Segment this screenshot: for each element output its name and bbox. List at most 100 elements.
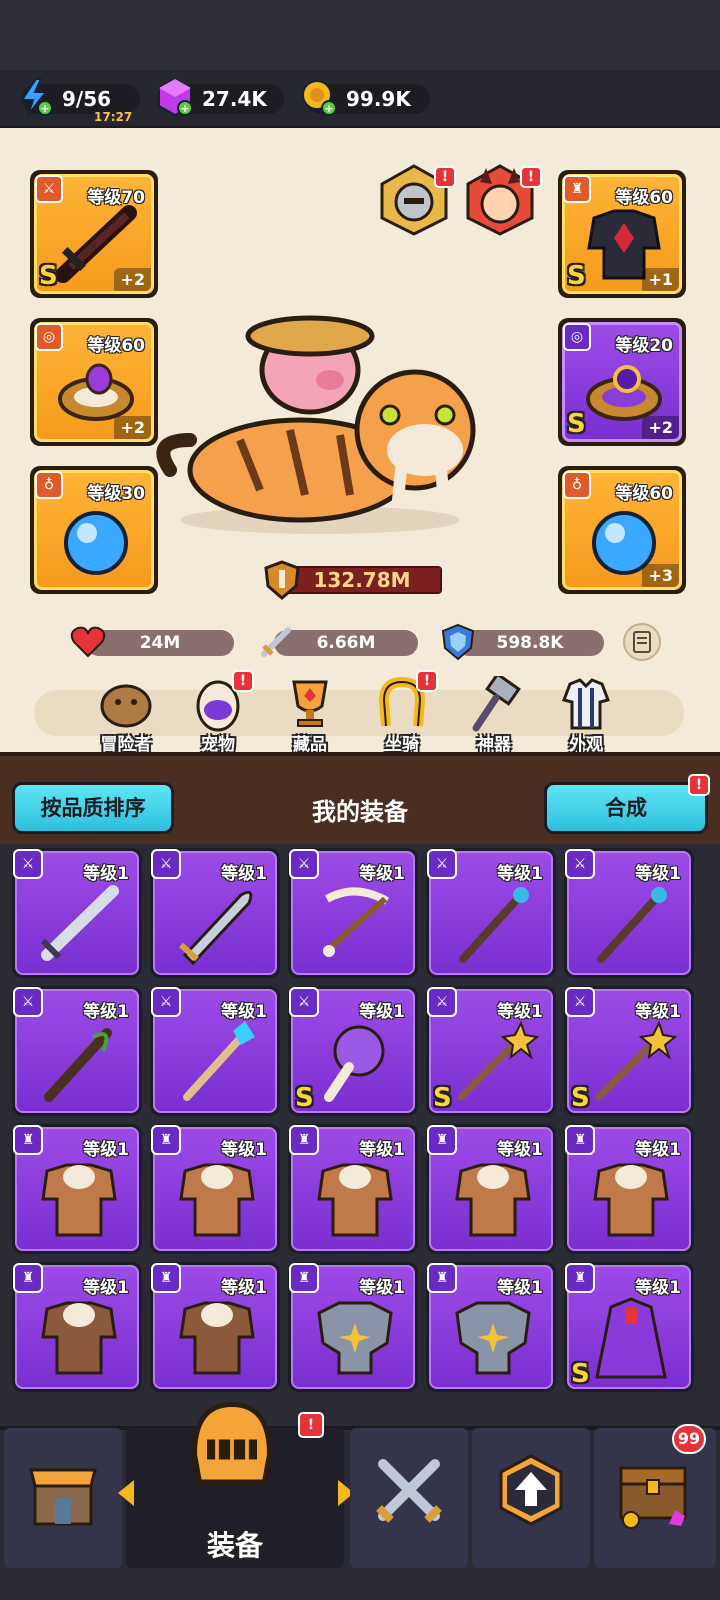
- inventory-item[interactable]: ⚔ 等级1: [426, 848, 556, 978]
- helmet-icon: [191, 1401, 273, 1485]
- armor-tag-icon: ♜: [289, 1125, 319, 1155]
- armor-tag-icon: ♜: [13, 1263, 43, 1293]
- energy-timer: 17:27: [94, 110, 133, 124]
- menu-mount[interactable]: ! 坐骑: [362, 670, 442, 755]
- svg-text:+: +: [40, 102, 49, 115]
- chest-count-badge: 99: [672, 1424, 706, 1454]
- weapon-icon: [323, 887, 389, 957]
- menu-appearance[interactable]: 外观: [546, 676, 626, 755]
- svg-text:+: +: [324, 102, 333, 115]
- armor-icon: [455, 1163, 531, 1237]
- inventory-item[interactable]: ⚔ 等级1: [12, 986, 142, 1116]
- inventory-item[interactable]: ♜ 等级1: [426, 1262, 556, 1392]
- amulet-tag-icon: ♁: [563, 471, 591, 499]
- menu-adventurer[interactable]: 冒险者: [86, 676, 166, 755]
- inventory-item[interactable]: ⚔ 等级1: [150, 986, 280, 1116]
- slot-ring-left[interactable]: ◎ 等级60 +2: [30, 318, 158, 446]
- inventory-item[interactable]: ♜ 等级1: [12, 1124, 142, 1254]
- armor-icon: [179, 1163, 255, 1237]
- equip-alert-badge: !: [298, 1412, 324, 1438]
- inventory-item[interactable]: ⚔ 等级1 S: [288, 986, 418, 1116]
- inventory-item[interactable]: ⚔ 等级1: [150, 848, 280, 978]
- inventory-item[interactable]: ⚔ 等级1 S: [426, 986, 556, 1116]
- weapon-icon: [457, 1020, 539, 1101]
- combat-power: 132.78M: [262, 560, 442, 600]
- sword-tag-icon: ⚔: [565, 849, 595, 879]
- slot-ring-right[interactable]: ◎ 等级20 +2 S: [558, 318, 686, 446]
- slot-weapon[interactable]: ⚔ 等级70 +2 S: [30, 170, 158, 298]
- slot-amulet-right[interactable]: ♁ 等级60 +3: [558, 466, 686, 594]
- inventory-item[interactable]: ♜ 等级1 S: [564, 1262, 694, 1392]
- inventory-item[interactable]: ⚔ 等级1 S: [564, 986, 694, 1116]
- defense-value: 598.8K: [496, 633, 564, 653]
- slot-bonus: +2: [642, 416, 679, 439]
- armor-tag-icon: ♜: [289, 1263, 319, 1293]
- attack-stat: 6.66M: [261, 627, 418, 657]
- sword-tag-icon: ⚔: [289, 987, 319, 1017]
- armor-tag-icon: ♜: [151, 1125, 181, 1155]
- gem-value: 27.4K: [202, 87, 267, 111]
- inventory-item[interactable]: ♜ 等级1: [150, 1124, 280, 1254]
- sort-by-quality-button[interactable]: 按品质排序: [12, 782, 174, 834]
- menu-collection[interactable]: 藏品: [270, 676, 350, 755]
- inventory-item[interactable]: ♜ 等级1: [426, 1124, 556, 1254]
- inventory-item[interactable]: ♜ 等级1: [150, 1262, 280, 1392]
- gem-counter[interactable]: + 27.4K: [158, 77, 284, 117]
- stats-detail-icon[interactable]: [622, 622, 662, 662]
- pet-alert-badge: !: [232, 670, 254, 692]
- coin-counter[interactable]: + 99.9K: [302, 80, 430, 116]
- rarity-badge: S: [567, 409, 586, 439]
- sword-tag-icon: ⚔: [35, 175, 63, 203]
- inventory-item[interactable]: ♜ 等级1: [12, 1262, 142, 1392]
- sword-tag-icon: ⚔: [427, 849, 457, 879]
- inventory-item[interactable]: ♜ 等级1: [564, 1124, 694, 1254]
- armor-tag-icon: ♜: [563, 175, 591, 203]
- weapon-icon: [595, 1020, 677, 1101]
- left-arrow-icon[interactable]: [116, 1478, 136, 1508]
- armor-tag-icon: ♜: [565, 1263, 595, 1293]
- currency-bar: + 9/56 17:27 + 27.4K + 99.9K: [0, 70, 720, 128]
- weapon-icon: [597, 887, 667, 963]
- rarity-badge: S: [295, 1083, 314, 1113]
- heart-icon: [70, 626, 106, 658]
- slot-amulet-left[interactable]: ♁ 等级30: [30, 466, 158, 594]
- sword-tag-icon: ⚔: [151, 849, 181, 879]
- ring-tag-icon: ◎: [35, 323, 63, 351]
- inventory-item[interactable]: ♜ 等级1: [288, 1124, 418, 1254]
- sword-tag-icon: ⚔: [13, 849, 43, 879]
- armor-tag-icon: ♜: [427, 1263, 457, 1293]
- menu-artifact[interactable]: 神器: [454, 672, 534, 755]
- nav-equipment-label: 装备: [206, 1529, 263, 1562]
- nav-upgrade[interactable]: [472, 1428, 590, 1568]
- inventory-item[interactable]: ⚔ 等级1: [12, 848, 142, 978]
- nav-chest[interactable]: 99: [594, 1424, 716, 1568]
- armor-icon: [455, 1301, 531, 1375]
- svg-text:+: +: [180, 102, 189, 115]
- amulet-tag-icon: ♁: [35, 471, 63, 499]
- menu-pet[interactable]: ! 宠物: [178, 670, 258, 755]
- rarity-badge: S: [571, 1359, 590, 1389]
- armor-tag-icon: ♜: [13, 1125, 43, 1155]
- sword-tag-icon: ⚔: [565, 987, 595, 1017]
- armor-icon: [593, 1163, 669, 1237]
- energy-icon: +: [20, 78, 53, 116]
- slot-bonus: +3: [642, 564, 679, 587]
- nav-battle[interactable]: [350, 1428, 468, 1568]
- sword-tag-icon: ⚔: [289, 849, 319, 879]
- armor-icon: [317, 1301, 393, 1375]
- ring-tag-icon: ◎: [563, 323, 591, 351]
- weapon-icon: [40, 885, 119, 961]
- inventory-item[interactable]: ⚔ 等级1: [564, 848, 694, 978]
- slot-armor[interactable]: ♜ 等级60 +1 S: [558, 170, 686, 298]
- treasure-chest-icon: [619, 1466, 687, 1529]
- inventory-item[interactable]: ♜ 等级1: [288, 1262, 418, 1392]
- blue-orb-icon: [64, 511, 128, 575]
- merge-button[interactable]: 合成: [544, 782, 708, 834]
- hammer-icon: [472, 672, 521, 732]
- nav-shop[interactable]: [4, 1428, 122, 1568]
- outfit-icon: [562, 678, 610, 730]
- hp-value: 24M: [139, 633, 181, 653]
- coin-value: 99.9K: [346, 87, 411, 111]
- energy-counter[interactable]: + 9/56 17:27: [20, 78, 140, 124]
- inventory-item[interactable]: ⚔ 等级1: [288, 848, 418, 978]
